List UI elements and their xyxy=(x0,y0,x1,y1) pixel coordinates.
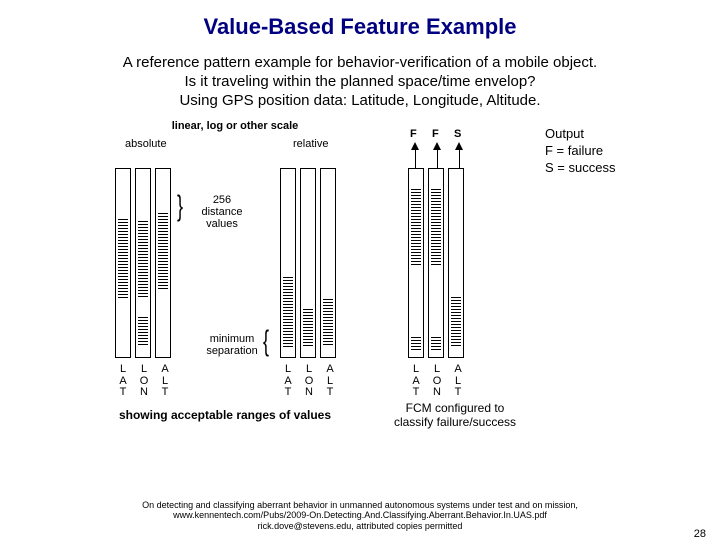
caption-right-line1: FCM configured to xyxy=(406,401,505,415)
output-f1: F xyxy=(410,128,417,140)
distance-line3: values xyxy=(206,218,238,230)
arrow-line xyxy=(459,150,460,168)
bar-abs-lon xyxy=(135,168,151,358)
output-line3: S = success xyxy=(545,160,615,175)
caption-right-line2: classify failure/success xyxy=(394,415,516,429)
absolute-label: absolute xyxy=(125,138,167,150)
page-number: 28 xyxy=(694,528,706,540)
col-rel-lat: LAT xyxy=(279,364,297,399)
subtitle-line2: Is it traveling within the planned space… xyxy=(184,73,535,90)
col-abs-alt: ALT xyxy=(156,364,174,399)
minsep-line2: separation xyxy=(206,345,257,357)
subtitle-line3: Using GPS position data: Latitude, Longi… xyxy=(179,92,540,109)
distance-line1: 256 xyxy=(213,194,231,206)
output-legend: Output F = failure S = success xyxy=(545,126,615,177)
arrow-line xyxy=(437,150,438,168)
col-rel-alt: ALT xyxy=(321,364,339,399)
brace-minsep: { xyxy=(263,325,269,359)
minsep-line1: minimum xyxy=(210,333,255,345)
bar-rel-lat xyxy=(280,168,296,358)
distance-line2: distance xyxy=(202,206,243,218)
bars-fcm xyxy=(408,168,464,358)
footer-line2: www.kennentech.com/Pubs/2009-On.Detectin… xyxy=(173,510,547,520)
bar-rel-lon xyxy=(300,168,316,358)
minsep-anno: minimum separation xyxy=(197,333,267,357)
arrow-icon xyxy=(411,142,419,150)
col-abs-lat: LAT xyxy=(114,364,132,399)
output-line1: Output xyxy=(545,126,584,141)
bars-absolute xyxy=(115,168,171,358)
col-fcm-alt: ALT xyxy=(449,364,467,399)
output-line2: F = failure xyxy=(545,143,603,158)
col-fcm-lon: LON xyxy=(428,364,446,399)
col-abs-lon: LON xyxy=(135,364,153,399)
subtitle: A reference pattern example for behavior… xyxy=(0,54,720,110)
diagram-area: linear, log or other scale absolute rela… xyxy=(0,118,720,418)
caption-right: FCM configured to classify failure/succe… xyxy=(380,401,530,429)
bars-relative xyxy=(280,168,336,358)
bar-fcm-alt xyxy=(448,168,464,358)
footer-line3: rick.dove@stevens.edu, attributed copies… xyxy=(258,521,463,531)
col-rel-lon: LON xyxy=(300,364,318,399)
scale-label: linear, log or other scale xyxy=(150,120,320,132)
brace-distance: } xyxy=(177,190,183,224)
bar-abs-alt xyxy=(155,168,171,358)
arrow-icon xyxy=(455,142,463,150)
page-title: Value-Based Feature Example xyxy=(0,14,720,40)
output-f2: F xyxy=(432,128,439,140)
bar-fcm-lat xyxy=(408,168,424,358)
arrow-line xyxy=(415,150,416,168)
distance-anno: 256 distance values xyxy=(192,194,252,230)
output-s: S xyxy=(454,128,461,140)
footer-line1: On detecting and classifying aberrant be… xyxy=(142,500,578,510)
bar-rel-alt xyxy=(320,168,336,358)
subtitle-line1: A reference pattern example for behavior… xyxy=(123,54,597,71)
col-fcm-lat: LAT xyxy=(407,364,425,399)
bar-abs-lat xyxy=(115,168,131,358)
footer: On detecting and classifying aberrant be… xyxy=(0,500,720,532)
caption-left: showing acceptable ranges of values xyxy=(100,408,350,422)
bar-fcm-lon xyxy=(428,168,444,358)
relative-label: relative xyxy=(293,138,328,150)
arrow-icon xyxy=(433,142,441,150)
